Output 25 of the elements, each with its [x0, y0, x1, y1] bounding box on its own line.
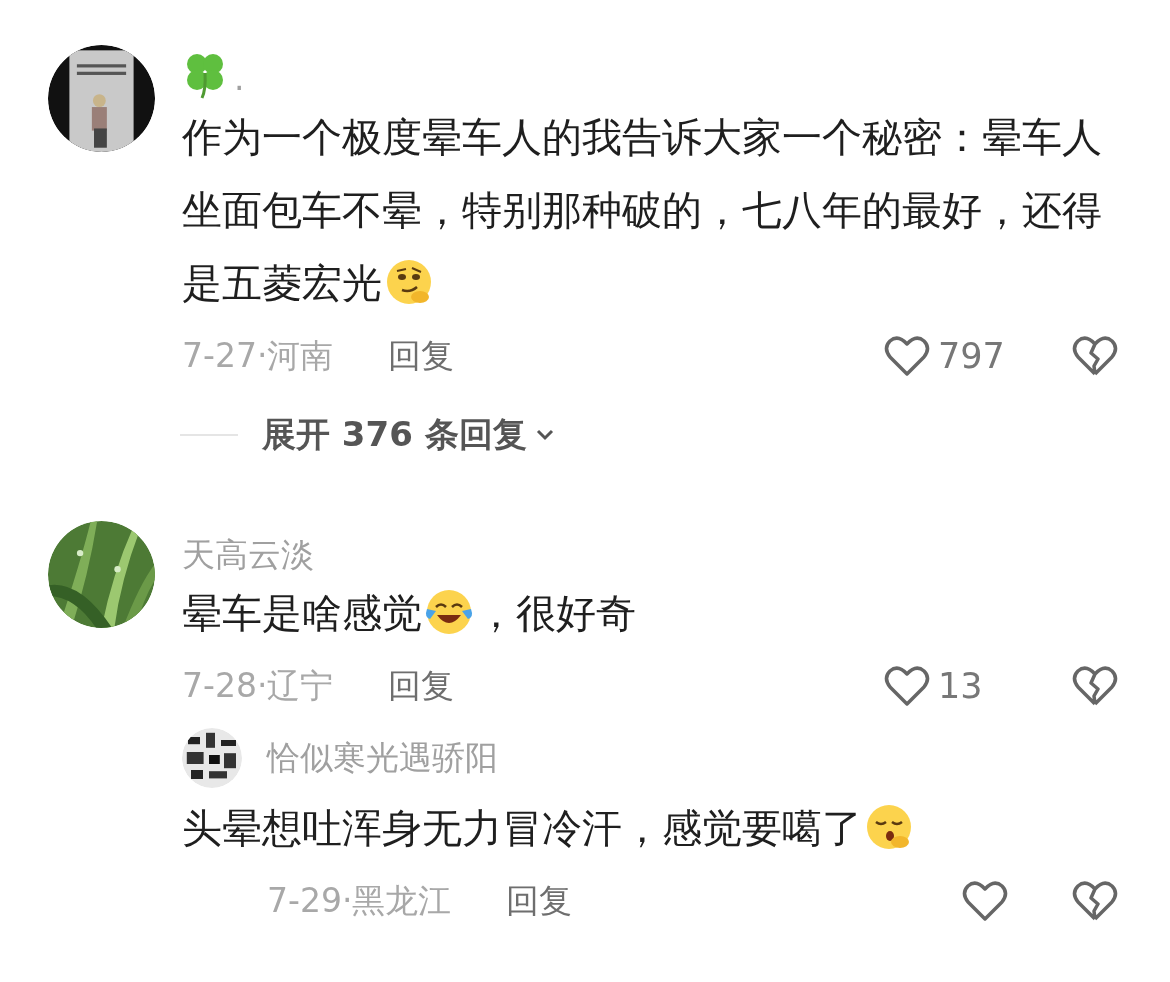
comment-text: 作为一个极度晕车人的我告诉大家一个秘密：晕车人坐面包车不晕，特别那种破的，七八年的最好，还得是五菱宏光 — [182, 113, 1103, 309]
username[interactable]: 恰似寒光遇骄阳 — [267, 728, 498, 788]
username[interactable]: . — [234, 59, 245, 99]
comment-text: 头晕想吐浑身无力冒冷汗，感觉要噶了 — [182, 792, 1112, 865]
comment-text: 晕车是啥感觉 ，很好奇 — [182, 577, 1112, 650]
expand-replies-button[interactable]: 展开 376 条回复 — [262, 409, 555, 460]
broken-heart-icon[interactable] — [1072, 335, 1118, 377]
reply-link[interactable]: 回复 — [388, 331, 455, 381]
heart-icon[interactable] — [962, 880, 1008, 922]
comment-date-location: 7-27·河南 — [182, 335, 334, 378]
reply-link[interactable]: 回复 — [506, 876, 573, 926]
like-count: 13 — [938, 664, 984, 708]
username[interactable]: 天高云淡 — [182, 535, 314, 575]
smirking-face-icon — [384, 257, 434, 307]
reply-link[interactable]: 回复 — [388, 661, 455, 711]
broken-heart-icon[interactable] — [1072, 665, 1118, 707]
heart-icon[interactable] — [884, 335, 930, 377]
broken-heart-icon[interactable] — [1072, 880, 1118, 922]
heart-icon[interactable] — [884, 665, 930, 707]
chevron-down-icon — [534, 427, 555, 442]
weary-face-icon — [864, 802, 914, 852]
comment-date-location: 7-29·黑龙江 — [267, 880, 452, 923]
like-count: 797 — [938, 334, 1006, 378]
comment-date-location: 7-28·辽宁 — [182, 665, 334, 708]
laughing-crying-face-icon — [424, 587, 474, 637]
